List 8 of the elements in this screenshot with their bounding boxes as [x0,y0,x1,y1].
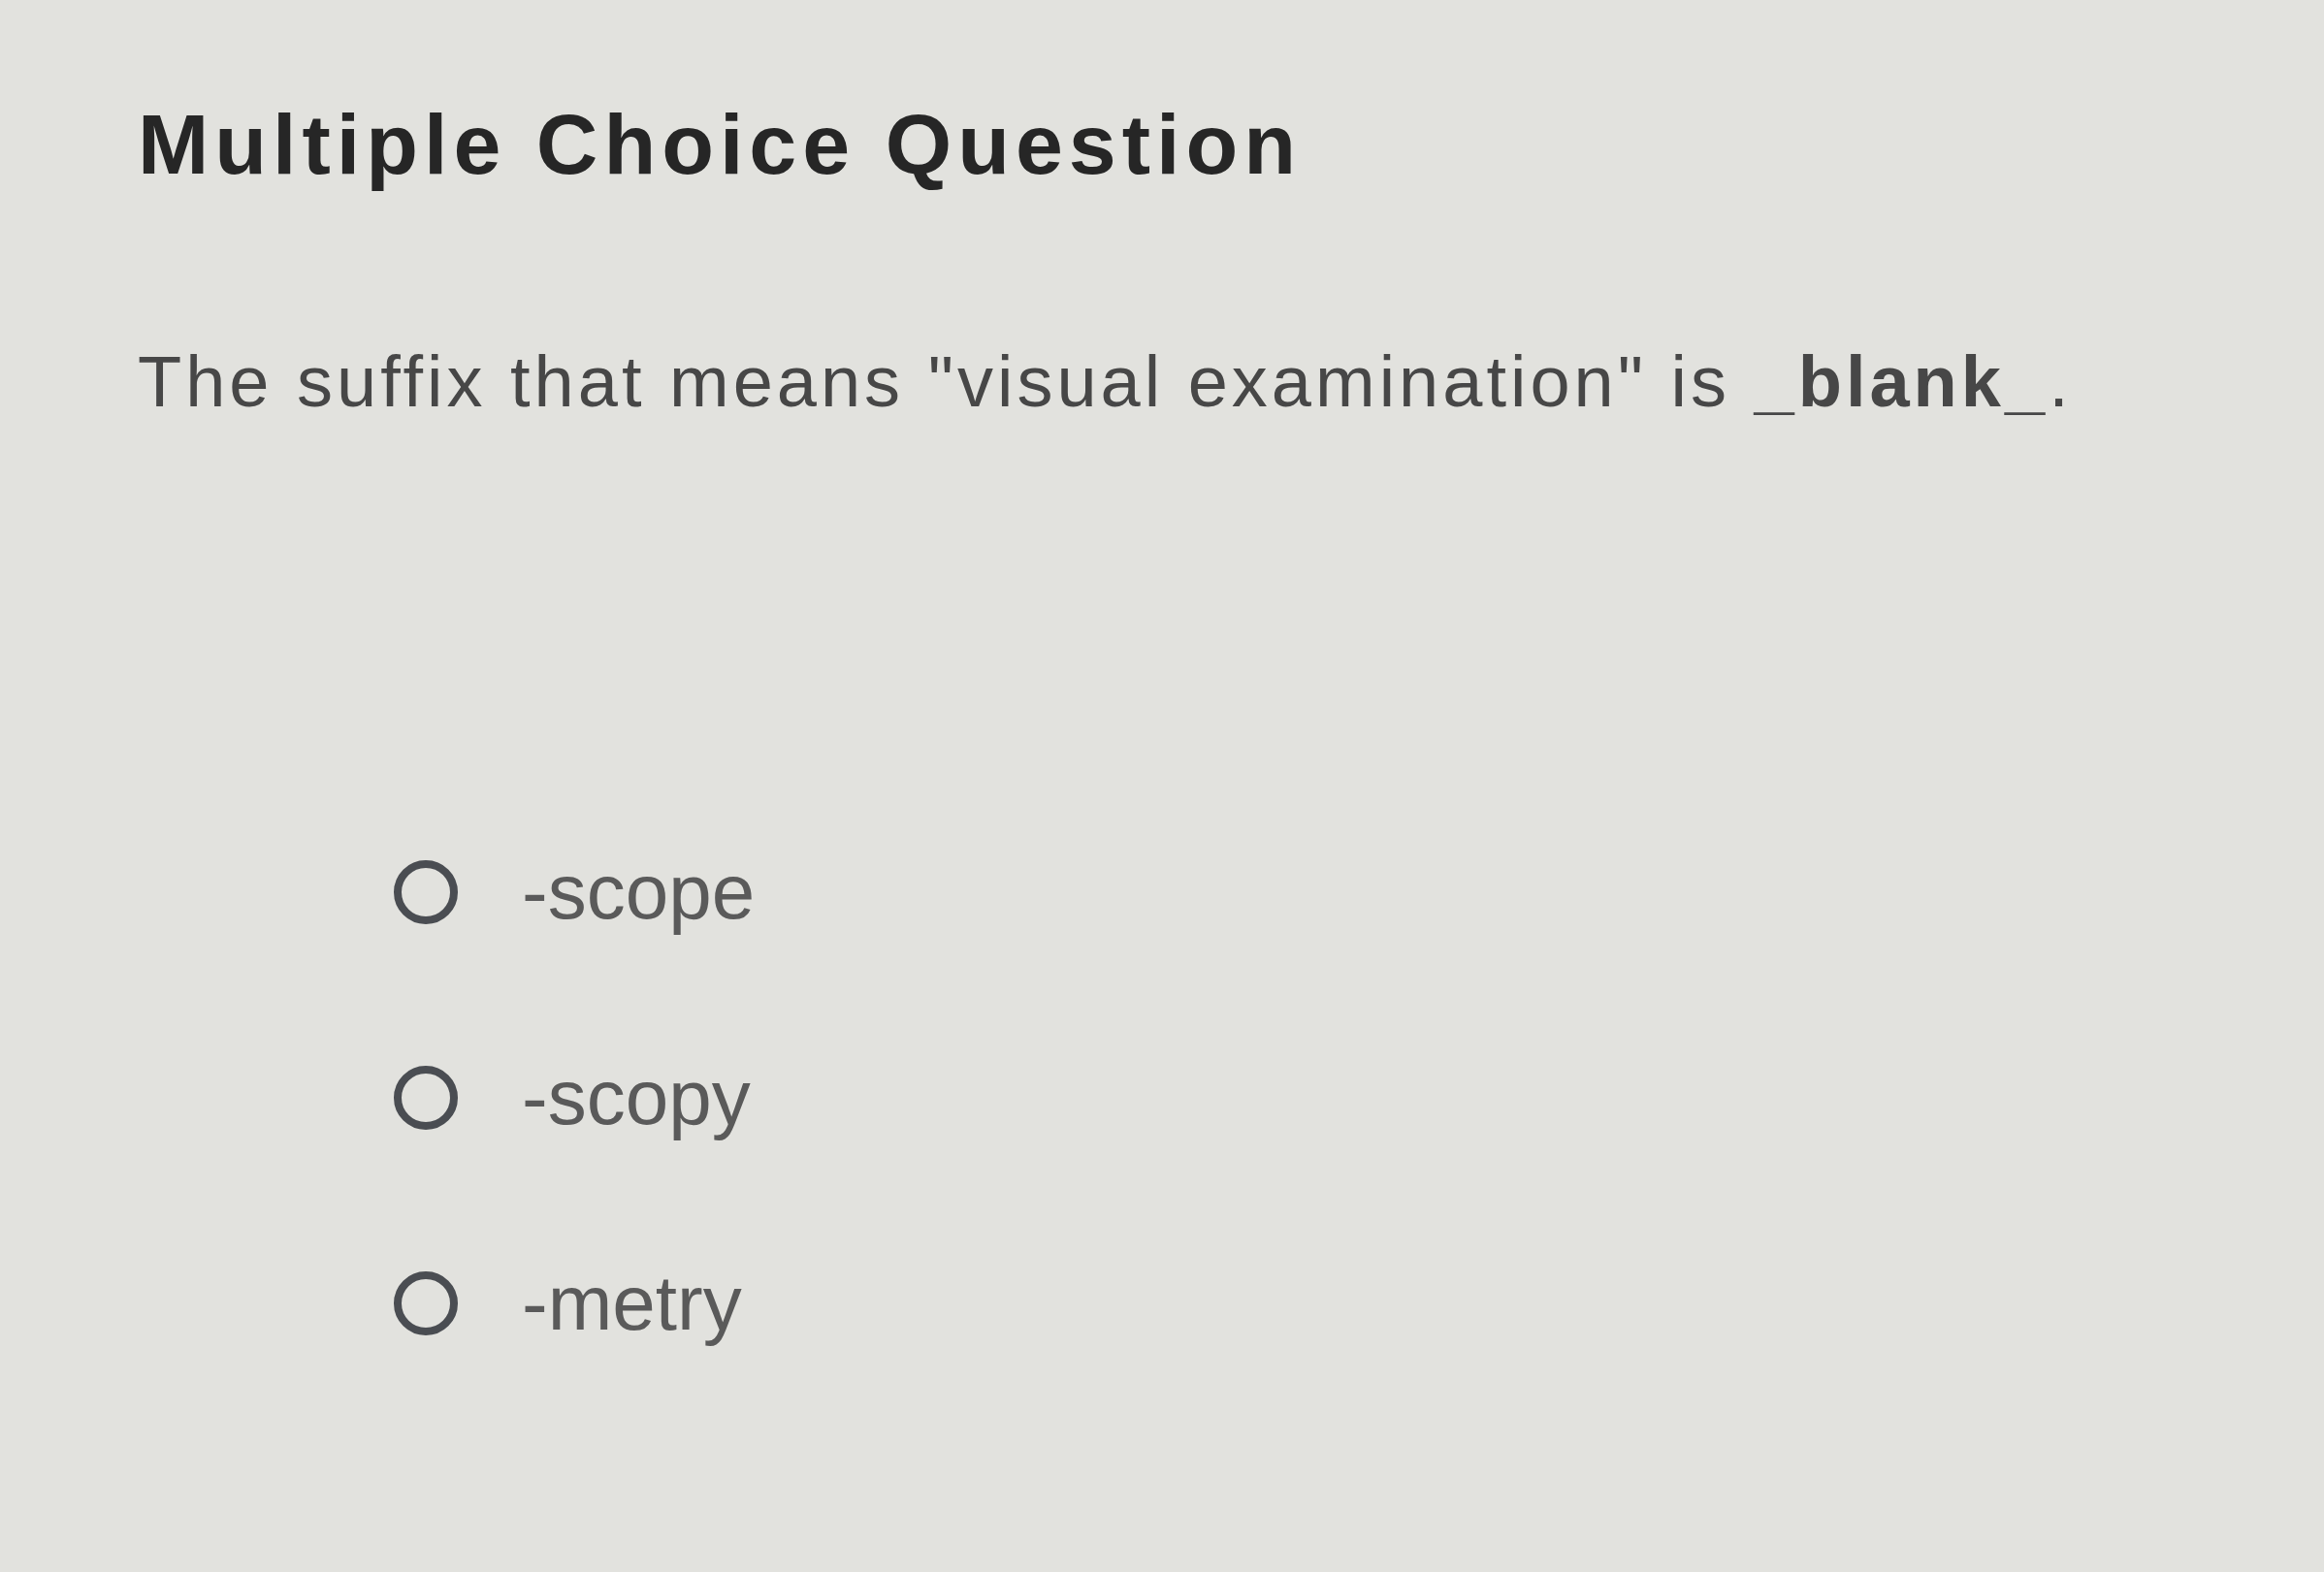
radio-button[interactable] [394,860,458,925]
question-text: The suffix that means "visual examination" is _blank_. [138,339,2073,424]
radio-button[interactable] [394,1271,458,1336]
radio-button[interactable] [394,1066,458,1131]
answer-option[interactable]: -metry [522,1257,742,1351]
answer-option[interactable]: -scopy [522,1051,751,1145]
answer-option[interactable]: -scope [522,846,756,940]
question-type-title: Multiple Choice Question [138,95,1303,194]
